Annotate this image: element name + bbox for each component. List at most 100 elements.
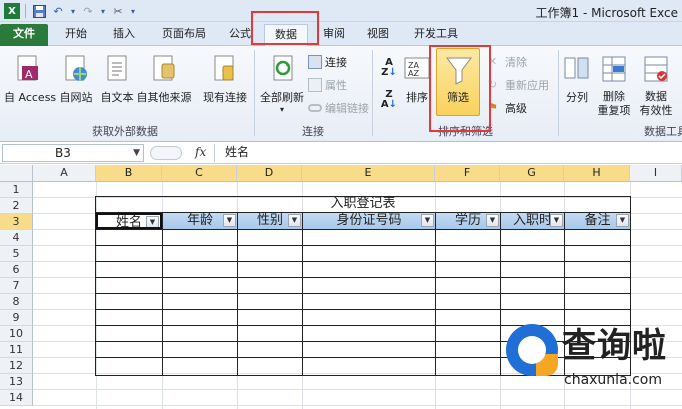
header-cell-notes[interactable]: 备注 ▼	[565, 213, 630, 229]
column-header-i[interactable]: I	[630, 165, 682, 182]
tab-data[interactable]: 数据	[264, 24, 308, 46]
chevron-down-icon[interactable]: ▾	[99, 3, 107, 19]
row-header[interactable]: 10	[0, 326, 33, 342]
row-header[interactable]: 5	[0, 246, 33, 262]
column-header-b[interactable]: B	[96, 165, 162, 182]
filter-dropdown-icon[interactable]: ▼	[146, 216, 159, 227]
customize-qat-icon[interactable]: ▾	[129, 3, 137, 19]
column-header-d[interactable]: D	[237, 165, 302, 182]
group-label-connections: 连接	[302, 125, 324, 138]
row-header[interactable]: 6	[0, 262, 33, 278]
group-separator	[254, 50, 255, 136]
header-cell-hire-date[interactable]: 入职时 ▼	[501, 213, 564, 229]
from-other-sources-button[interactable]: 自其他来源	[136, 54, 192, 105]
connections-button[interactable]: 连接	[308, 54, 347, 70]
row-header[interactable]: 4	[0, 230, 33, 246]
row-header[interactable]: 14	[0, 390, 33, 406]
tab-review[interactable]: 审阅	[316, 24, 352, 46]
column-header-g[interactable]: G	[500, 165, 564, 182]
sort-az-icon: A Z↓	[381, 57, 397, 78]
sort-ascending-button[interactable]: A Z↓	[378, 58, 400, 78]
row-header[interactable]: 7	[0, 278, 33, 294]
sort-button[interactable]: ZA AZ 排序	[402, 54, 432, 105]
insert-function-icon[interactable]: fx	[195, 145, 206, 159]
filter-dropdown-icon[interactable]: ▼	[486, 214, 499, 227]
data-validation-icon	[644, 56, 668, 82]
row-header[interactable]: 8	[0, 294, 33, 310]
advanced-filter-button[interactable]: ⚑ 高级	[488, 100, 527, 116]
remove-duplicates-label: 删除 重复项	[597, 90, 631, 117]
filter-dropdown-icon[interactable]: ▼	[421, 214, 434, 227]
remove-duplicates-button[interactable]: 删除 重复项	[594, 54, 634, 118]
from-access-button[interactable]: A 自 Access	[4, 54, 57, 105]
tab-page-layout[interactable]: 页面布局	[152, 24, 216, 46]
clear-filter-button[interactable]: ✕ 清除	[488, 54, 527, 70]
sort-descending-button[interactable]: Z A↓	[378, 90, 400, 110]
filter-dropdown-icon[interactable]: ▼	[288, 214, 301, 227]
formula-bar-handle[interactable]	[150, 146, 182, 160]
excel-logo-icon: X	[4, 3, 20, 19]
row-header[interactable]: 13	[0, 374, 33, 390]
row-header[interactable]: 11	[0, 342, 33, 358]
watermark-url: chaxunla.com	[564, 372, 662, 388]
name-box[interactable]: B3 ▼	[2, 144, 144, 162]
existing-connections-button[interactable]: 现有连接	[200, 54, 250, 105]
remove-duplicates-icon	[602, 56, 626, 82]
data-validation-label: 数据 有效性	[639, 90, 673, 117]
column-header-a[interactable]: A	[33, 165, 96, 182]
tools-icon[interactable]: ✂	[110, 3, 126, 19]
column-header-h[interactable]: H	[564, 165, 630, 182]
header-label: 学历	[454, 213, 481, 228]
refresh-all-button[interactable]: 全部刷新 ▾	[258, 54, 306, 114]
column-header-c[interactable]: C	[162, 165, 237, 182]
column-header-f[interactable]: F	[435, 165, 500, 182]
text-to-columns-button[interactable]: 分列	[562, 54, 592, 105]
edit-links-label: 编辑链接	[325, 102, 369, 115]
data-validation-button[interactable]: 数据 有效性	[636, 54, 676, 118]
tab-file[interactable]: 文件	[0, 24, 48, 46]
save-icon[interactable]	[31, 3, 47, 19]
tab-developer[interactable]: 开发工具	[404, 24, 468, 46]
reapply-icon: ↻	[488, 78, 498, 91]
row-header[interactable]: 3	[0, 214, 33, 230]
chevron-down-icon: ▾	[279, 105, 284, 114]
quick-access-toolbar: X ↶ ▾ ↷ ▾ ✂ ▾	[4, 3, 137, 19]
row-header[interactable]: 2	[0, 198, 33, 214]
edit-links-button[interactable]: 编辑链接	[308, 100, 369, 116]
row-header[interactable]: 12	[0, 358, 33, 374]
header-cell-name[interactable]: 姓名 ▼	[96, 213, 162, 229]
redo-icon[interactable]: ↷	[80, 3, 96, 19]
header-label: 性别	[256, 213, 283, 228]
from-access-label: 自 Access	[4, 91, 57, 104]
chevron-down-icon[interactable]: ▼	[133, 145, 140, 161]
filter-button[interactable]: 筛选	[436, 48, 480, 116]
row-header[interactable]: 1	[0, 182, 33, 198]
header-cell-age[interactable]: 年龄 ▼	[163, 213, 237, 229]
header-cell-gender[interactable]: 性别 ▼	[238, 213, 302, 229]
link-icon	[308, 104, 322, 112]
filter-dropdown-icon[interactable]: ▼	[550, 214, 563, 227]
header-cell-id-number[interactable]: 身份证号码 ▼	[303, 213, 435, 229]
formula-bar: B3 ▼ fx 姓名	[0, 143, 682, 164]
tab-formulas[interactable]: 公式	[222, 24, 258, 46]
properties-button[interactable]: 属性	[308, 77, 347, 93]
select-all-corner[interactable]	[0, 165, 33, 182]
tab-insert[interactable]: 插入	[104, 24, 144, 46]
header-cell-education[interactable]: 学历 ▼	[436, 213, 500, 229]
tab-home[interactable]: 开始	[56, 24, 96, 46]
row-header[interactable]: 9	[0, 310, 33, 326]
formula-input[interactable]: 姓名	[214, 144, 680, 162]
filter-dropdown-icon[interactable]: ▼	[616, 214, 629, 227]
undo-icon[interactable]: ↶	[50, 3, 66, 19]
refresh-all-label: 全部刷新	[260, 91, 304, 104]
split-columns-icon	[564, 57, 589, 79]
chevron-down-icon[interactable]: ▾	[69, 3, 77, 19]
existing-connections-label: 现有连接	[203, 91, 247, 104]
tab-view[interactable]: 视图	[360, 24, 396, 46]
column-header-e[interactable]: E	[302, 165, 435, 182]
filter-dropdown-icon[interactable]: ▼	[223, 214, 236, 227]
reapply-label: 重新应用	[505, 79, 549, 92]
from-web-button[interactable]: 自网站	[56, 54, 96, 105]
reapply-button[interactable]: ↻ 重新应用	[488, 77, 549, 93]
from-text-button[interactable]: 自文本	[98, 54, 136, 105]
